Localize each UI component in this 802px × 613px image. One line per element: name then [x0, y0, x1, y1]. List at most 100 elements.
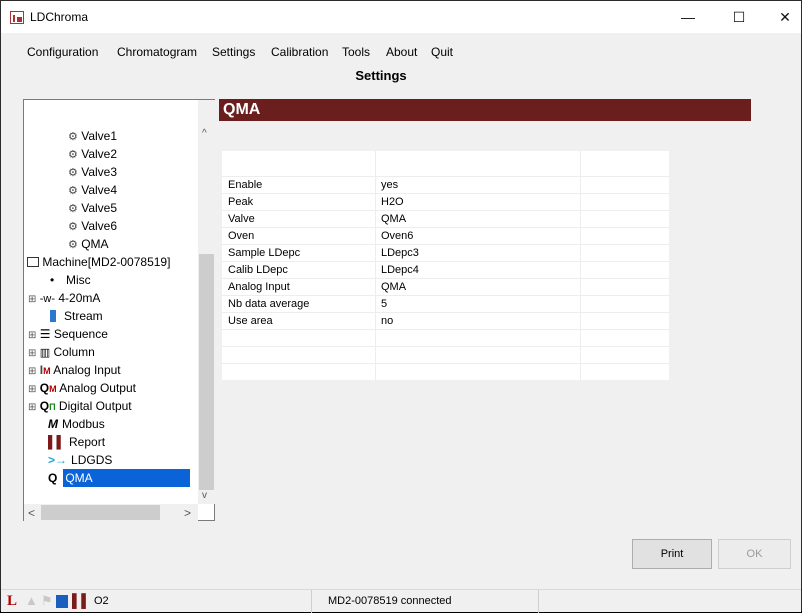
tree-item-digital-output[interactable]: ⊞ QΠ Digital Output: [28, 397, 132, 415]
status-bar: L ▲ ⚑ ▌▌ O2 MD2-0078519 connected: [1, 589, 801, 613]
property-label: Analog Input: [228, 281, 290, 293]
tree-item-modbus[interactable]: M Modbus: [48, 415, 105, 433]
list-icon: ☰: [39, 327, 51, 341]
scroll-left-icon[interactable]: <: [28, 506, 35, 520]
expand-icon[interactable]: ⊞: [28, 294, 36, 305]
property-label: Oven: [228, 230, 255, 242]
connection-status: MD2-0078519 connected: [328, 595, 452, 607]
tree-item-report[interactable]: ▌▌ Report: [48, 433, 105, 451]
tree-item-valve-qma[interactable]: ⚙ QMA: [68, 235, 109, 253]
menu-settings[interactable]: Settings: [212, 45, 255, 59]
menu-about[interactable]: About: [386, 45, 417, 59]
tree-vertical-scroll-thumb[interactable]: [199, 254, 214, 490]
tree-item-valve1[interactable]: ⚙ Valve1: [68, 127, 117, 145]
property-value[interactable]: LDepc4: [381, 262, 419, 279]
analog-input-icon: IM: [39, 363, 51, 377]
machine-icon: [27, 257, 39, 267]
warning-icon: ▲: [25, 593, 38, 608]
print-button[interactable]: Print: [632, 539, 712, 569]
valve-icon: ⚙: [68, 185, 78, 197]
app-window: LDChroma — ☐ ✕ Configuration Chromatogra…: [0, 0, 802, 613]
section-header: QMA: [219, 99, 751, 121]
property-value[interactable]: H2O: [381, 194, 404, 211]
tree-horizontal-scrollbar[interactable]: < >: [24, 504, 198, 521]
stream-icon: [50, 310, 56, 322]
tree-item-column[interactable]: ⊞ ▥ Column: [28, 343, 95, 361]
property-label: Peak: [228, 196, 254, 208]
analog-output-icon: QM: [39, 381, 57, 395]
property-label: Use area: [228, 315, 273, 327]
qma-icon: Q: [48, 471, 58, 485]
maximize-button[interactable]: ☐: [717, 1, 761, 33]
scroll-right-icon[interactable]: >: [184, 506, 191, 520]
expand-icon[interactable]: ⊞: [28, 366, 36, 377]
menu-quit[interactable]: Quit: [431, 45, 453, 59]
valve-icon: ⚙: [68, 239, 78, 251]
tree-item-analog-output[interactable]: ⊞ QM Analog Output: [28, 379, 136, 397]
tree-horizontal-scroll-thumb[interactable]: [41, 505, 160, 520]
tree-vertical-scrollbar[interactable]: ^ v: [198, 100, 215, 504]
tree-item-qma-label: QMA: [63, 469, 191, 487]
expand-icon[interactable]: ⊞: [28, 384, 36, 395]
scroll-up-icon[interactable]: ^: [202, 128, 207, 139]
valve-icon: ⚙: [68, 149, 78, 161]
property-label: Sample LDepc: [228, 247, 301, 259]
tree-item-sequence[interactable]: ⊞ ☰ Sequence: [28, 325, 108, 343]
property-value[interactable]: no: [381, 313, 393, 330]
tree-item-ldgds[interactable]: >→ LDGDS: [48, 451, 112, 469]
close-button[interactable]: ✕: [763, 1, 802, 33]
bullet-icon: •: [50, 273, 55, 287]
tree-item-valve2[interactable]: ⚙ Valve2: [68, 145, 117, 163]
tree-item-misc[interactable]: • Misc: [50, 271, 91, 289]
minimize-button[interactable]: —: [666, 1, 710, 33]
expand-icon[interactable]: ⊞: [28, 348, 36, 359]
title-bar: LDChroma — ☐ ✕: [1, 1, 801, 33]
property-value[interactable]: QMA: [381, 279, 406, 296]
menu-bar: Configuration Chromatogram Settings Cali…: [1, 33, 801, 59]
settings-tree[interactable]: ⚙ Valve1 ⚙ Valve2 ⚙ Valve3 ⚙ Valve4 ⚙ Va…: [23, 99, 215, 521]
tree-item-valve4[interactable]: ⚙ Valve4: [68, 181, 117, 199]
tree-item-stream[interactable]: Stream: [50, 307, 103, 325]
report-icon: ▌▌: [48, 435, 66, 449]
tree-item-analog-input[interactable]: ⊞ IM Analog Input: [28, 361, 121, 379]
ldgds-icon: >→: [48, 453, 68, 467]
menu-tools[interactable]: Tools: [342, 45, 370, 59]
property-value[interactable]: LDepc3: [381, 245, 419, 262]
tree-item-4-20ma[interactable]: ⊞ -w- 4-20mA: [28, 289, 100, 307]
property-value[interactable]: Oven6: [381, 228, 413, 245]
column-icon: ▥: [39, 347, 51, 359]
tree-item-valve6[interactable]: ⚙ Valve6: [68, 217, 117, 235]
tree-item-valve5[interactable]: ⚙ Valve5: [68, 199, 117, 217]
property-value[interactable]: yes: [381, 177, 398, 194]
menu-calibration[interactable]: Calibration: [271, 45, 328, 59]
property-label: Calib LDepc: [228, 264, 288, 276]
digital-output-icon: QΠ: [39, 399, 56, 413]
menu-configuration[interactable]: Configuration: [27, 45, 98, 59]
app-logo-icon: [10, 11, 24, 24]
resistor-icon: -w-: [39, 293, 56, 305]
property-value[interactable]: 5: [381, 296, 387, 313]
tree-item-valve3[interactable]: ⚙ Valve3: [68, 163, 117, 181]
gas-label: O2: [94, 595, 109, 607]
property-label: Valve: [228, 213, 255, 225]
modbus-icon: M: [48, 417, 58, 431]
report-icon: ▌▌: [72, 593, 91, 608]
property-label: Nb data average: [228, 298, 310, 310]
expand-icon[interactable]: ⊞: [28, 402, 36, 413]
tree-item-machine[interactable]: Machine[MD2-0078519]: [27, 253, 170, 271]
valve-icon: ⚙: [68, 131, 78, 143]
valve-icon: ⚙: [68, 221, 78, 233]
expand-icon[interactable]: ⊞: [28, 330, 36, 341]
valve-icon: ⚙: [68, 167, 78, 179]
window-title: LDChroma: [30, 10, 89, 24]
scroll-down-icon[interactable]: v: [202, 490, 207, 501]
property-label: Enable: [228, 179, 263, 191]
tree-item-qma[interactable]: Q QMA: [48, 469, 198, 487]
ldchroma-logo-icon: L: [7, 593, 18, 609]
property-grid[interactable]: Enable yes Peak H2O Valve QMA Oven Oven6…: [222, 151, 669, 380]
ok-button[interactable]: OK: [718, 539, 791, 569]
page-title: Settings: [355, 68, 407, 83]
menu-chromatogram[interactable]: Chromatogram: [117, 45, 197, 59]
save-icon: [56, 595, 68, 608]
property-value[interactable]: QMA: [381, 211, 406, 228]
